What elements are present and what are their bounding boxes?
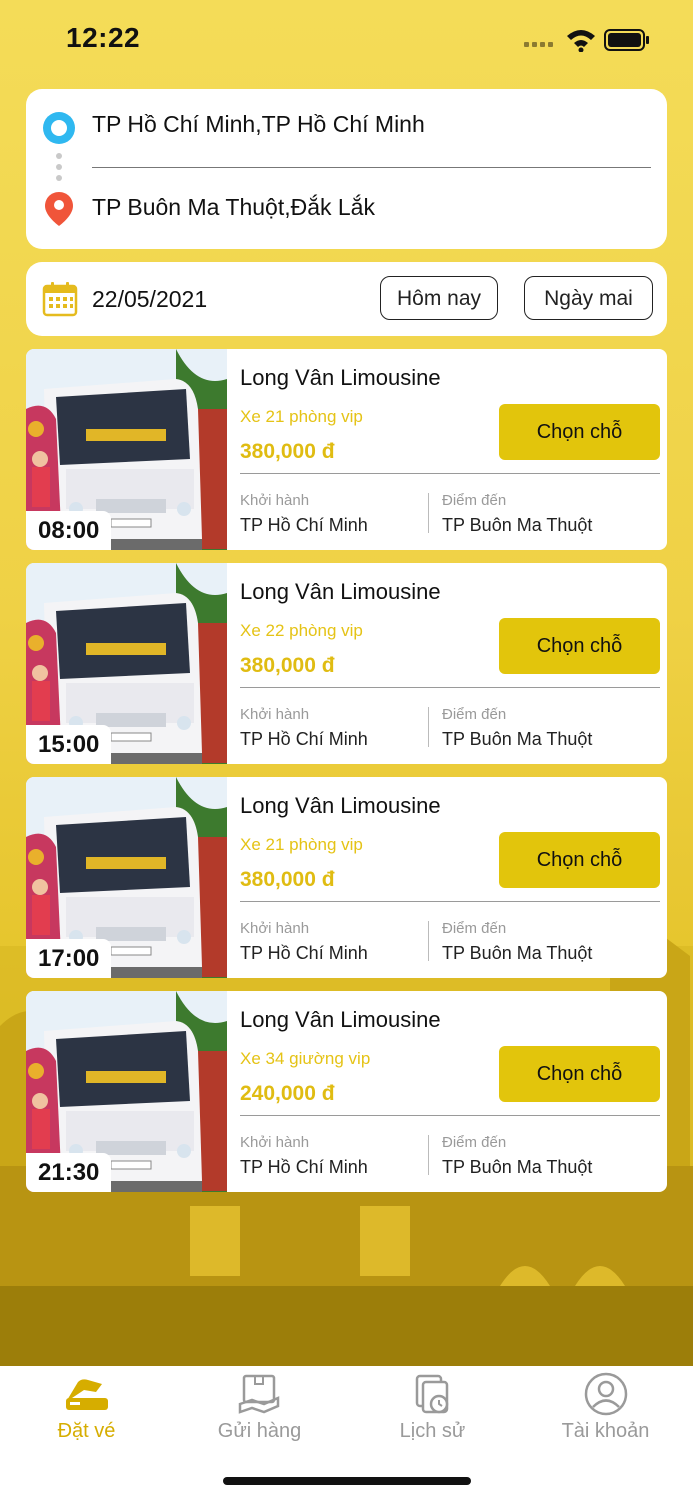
today-button[interactable]: Hôm nay xyxy=(380,276,498,320)
tab-lich-su[interactable]: Lịch sử xyxy=(346,1366,519,1466)
card-divider xyxy=(240,687,660,688)
trip-card[interactable]: 15:00 Long Vân Limousine Xe 22 phòng vip… xyxy=(26,563,667,764)
arrive-value: TP Buôn Ma Thuột xyxy=(442,1157,593,1177)
vehicle-type: Xe 34 giường vip xyxy=(240,1049,371,1068)
vertical-divider xyxy=(428,493,429,533)
tab-label: Lịch sử xyxy=(399,1420,466,1442)
arrive-label: Điểm đến xyxy=(442,1134,507,1151)
origin-location-icon xyxy=(43,112,75,144)
vertical-divider xyxy=(428,707,429,747)
trip-card[interactable]: 08:00 Long Vân Limousine Xe 21 phòng vip… xyxy=(26,349,667,550)
depart-value: TP Hồ Chí Minh xyxy=(240,1157,368,1177)
package-icon xyxy=(238,1374,279,1414)
tab-dat-ve[interactable]: Đặt vé xyxy=(0,1366,173,1466)
trip-card[interactable]: 21:30 Long Vân Limousine Xe 34 giường vi… xyxy=(26,991,667,1192)
arrive-value: TP Buôn Ma Thuột xyxy=(442,729,593,749)
operator-name: Long Vân Limousine xyxy=(240,579,441,604)
card-divider xyxy=(240,1115,660,1116)
status-time: 12:22 xyxy=(66,22,141,53)
account-icon xyxy=(584,1372,627,1416)
ticket-price: 380,000 đ xyxy=(240,654,335,677)
choose-seat-button[interactable]: Chọn chỗ xyxy=(499,832,660,888)
vertical-divider xyxy=(428,921,429,961)
departure-time-badge: 21:30 xyxy=(26,1153,112,1192)
operator-name: Long Vân Limousine xyxy=(240,1007,441,1032)
origin-text[interactable]: TP Hồ Chí Minh,TP Hồ Chí Minh xyxy=(92,111,425,138)
card-divider xyxy=(240,901,660,902)
tab-tai-khoan[interactable]: Tài khoản xyxy=(519,1366,692,1466)
wifi-icon xyxy=(567,30,595,52)
depart-label: Khởi hành xyxy=(240,920,310,937)
arrive-value: TP Buôn Ma Thuột xyxy=(442,943,593,963)
tab-label: Tài khoản xyxy=(561,1420,650,1442)
tomorrow-button[interactable]: Ngày mai xyxy=(524,276,653,320)
choose-seat-button[interactable]: Chọn chỗ xyxy=(499,1046,660,1102)
depart-label: Khởi hành xyxy=(240,706,310,723)
choose-seat-button[interactable]: Chọn chỗ xyxy=(499,404,660,460)
cellular-signal-icon xyxy=(524,42,553,47)
depart-value: TP Hồ Chí Minh xyxy=(240,729,368,749)
route-divider xyxy=(92,167,651,168)
status-bar: 12:22 xyxy=(0,0,693,80)
ticket-price: 380,000 đ xyxy=(240,440,335,463)
ticket-price: 240,000 đ xyxy=(240,1082,335,1105)
destination-text[interactable]: TP Buôn Ma Thuột,Đắk Lắk xyxy=(92,194,375,221)
choose-seat-button[interactable]: Chọn chỗ xyxy=(499,618,660,674)
battery-icon xyxy=(604,29,649,51)
home-indicator[interactable] xyxy=(223,1477,471,1485)
trip-card[interactable]: 17:00 Long Vân Limousine Xe 21 phòng vip… xyxy=(26,777,667,978)
destination-pin-icon xyxy=(45,192,73,226)
arrive-label: Điểm đến xyxy=(442,706,507,723)
route-card[interactable]: TP Hồ Chí Minh,TP Hồ Chí Minh TP Buôn Ma… xyxy=(26,89,667,249)
vehicle-type: Xe 22 phòng vip xyxy=(240,621,363,640)
vehicle-type: Xe 21 phòng vip xyxy=(240,835,363,854)
calendar-icon[interactable] xyxy=(42,281,78,317)
tab-gui-hang[interactable]: Gửi hàng xyxy=(173,1366,346,1466)
depart-label: Khởi hành xyxy=(240,492,310,509)
operator-name: Long Vân Limousine xyxy=(240,793,441,818)
ticket-icon xyxy=(65,1379,108,1410)
departure-time-badge: 15:00 xyxy=(26,725,112,764)
depart-value: TP Hồ Chí Minh xyxy=(240,943,368,963)
card-divider xyxy=(240,473,660,474)
depart-value: TP Hồ Chí Minh xyxy=(240,515,368,535)
tab-label: Đặt vé xyxy=(57,1420,116,1442)
date-card: 22/05/2021 Hôm nay Ngày mai xyxy=(26,262,667,336)
route-connector-dots xyxy=(56,153,62,186)
departure-time-badge: 08:00 xyxy=(26,511,112,550)
vertical-divider xyxy=(428,1135,429,1175)
vehicle-type: Xe 21 phòng vip xyxy=(240,407,363,426)
arrive-value: TP Buôn Ma Thuột xyxy=(442,515,593,535)
ticket-price: 380,000 đ xyxy=(240,868,335,891)
tab-label: Gửi hàng xyxy=(217,1420,302,1442)
depart-label: Khởi hành xyxy=(240,1134,310,1151)
arrive-label: Điểm đến xyxy=(442,920,507,937)
departure-time-badge: 17:00 xyxy=(26,939,112,978)
history-icon xyxy=(415,1374,448,1414)
arrive-label: Điểm đến xyxy=(442,492,507,509)
selected-date[interactable]: 22/05/2021 xyxy=(92,286,207,313)
operator-name: Long Vân Limousine xyxy=(240,365,441,390)
